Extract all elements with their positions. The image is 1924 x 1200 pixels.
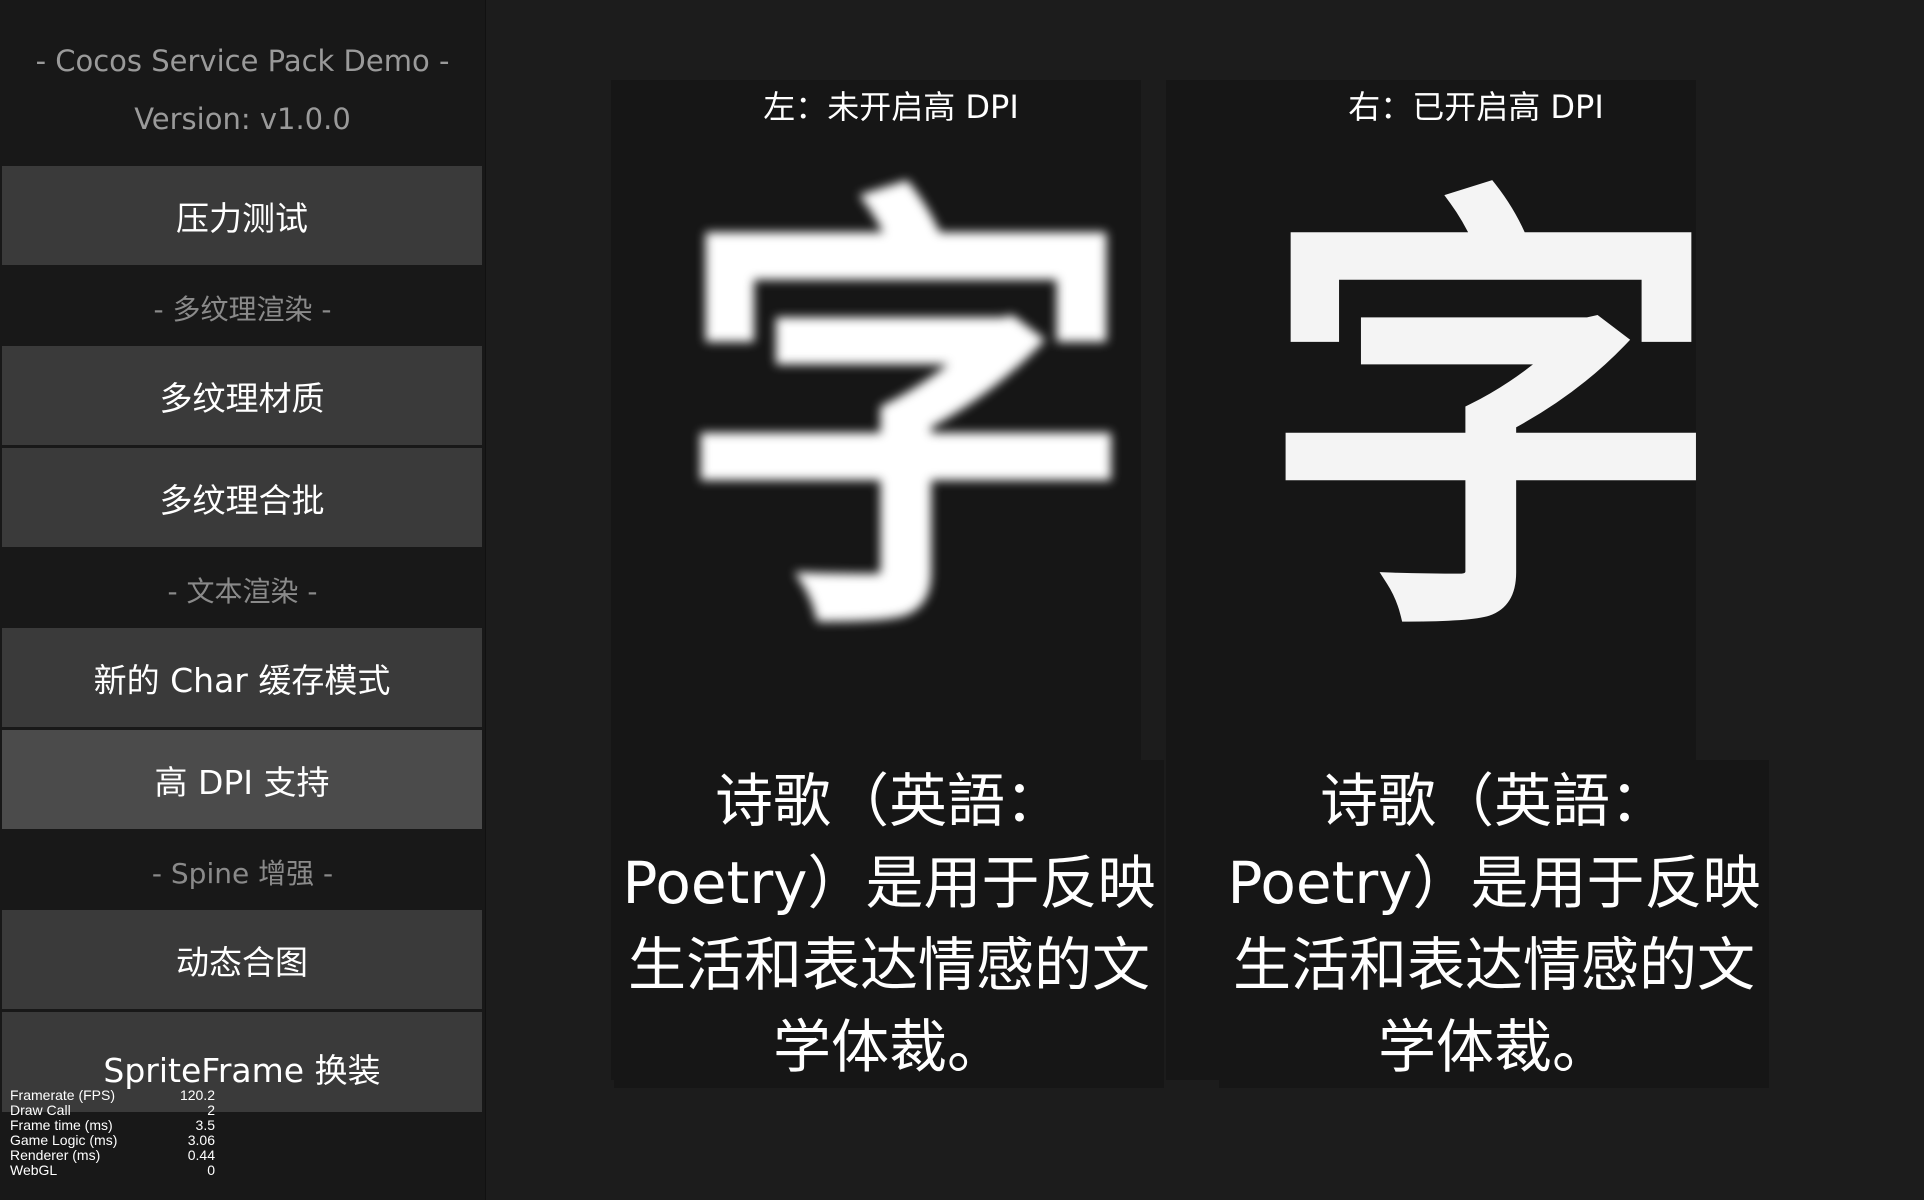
right-poem-text: 诗歌（英語：Poetry）是用于反映生活和表达情感的文学体裁。: [1219, 760, 1769, 1088]
stats-value: 120.2: [179, 1087, 215, 1103]
right-sample-char: 字: [1261, 152, 1721, 687]
stats-label: Draw Call: [10, 1102, 71, 1118]
right-panel-label: 右：已开启高 DPI: [1348, 88, 1604, 126]
section-multi-texture: - 多纹理渲染 -: [153, 293, 332, 326]
stats-row: Game Logic (ms) 3.06: [10, 1133, 215, 1148]
stats-label: WebGL: [10, 1162, 58, 1178]
char-cache-mode-button[interactable]: 新的 Char 缓存模式: [2, 628, 482, 727]
stats-value: 3.5: [195, 1117, 215, 1133]
stats-overlay: Framerate (FPS) 120.2 Draw Call 2 Frame ti…: [10, 1088, 215, 1178]
stats-row: Framerate (FPS) 120.2: [10, 1088, 215, 1103]
stats-row: Frame time (ms) 3.5: [10, 1118, 215, 1133]
stats-row: WebGL 0: [10, 1163, 215, 1178]
left-poem-text: 诗歌（英語：Poetry）是用于反映生活和表达情感的文学体裁。: [614, 760, 1164, 1088]
section-text-render: - 文本渲染 -: [167, 575, 318, 608]
high-dpi-button[interactable]: 高 DPI 支持: [2, 730, 482, 829]
version-label: Version: v1.0.0: [134, 102, 351, 136]
stats-row: Renderer (ms) 0.44: [10, 1148, 215, 1163]
sidebar: - Cocos Service Pack Demo - Version: v1.…: [0, 0, 486, 1200]
stats-value: 0.44: [187, 1147, 215, 1163]
multi-texture-batch-button[interactable]: 多纹理合批: [2, 448, 482, 547]
stats-value: 2: [207, 1102, 215, 1118]
stats-value: 0: [207, 1162, 215, 1178]
stats-label: Renderer (ms): [10, 1147, 101, 1163]
app-title: - Cocos Service Pack Demo -: [35, 44, 450, 78]
stats-label: Frame time (ms): [10, 1117, 113, 1133]
stats-label: Game Logic (ms): [10, 1132, 118, 1148]
multi-texture-material-button[interactable]: 多纹理材质: [2, 346, 482, 445]
stats-row: Draw Call 2: [10, 1103, 215, 1118]
left-sample-char: 字: [676, 152, 1136, 687]
stress-test-button[interactable]: 压力测试: [2, 166, 482, 265]
dynamic-atlas-button[interactable]: 动态合图: [2, 910, 482, 1009]
stats-label: Framerate (FPS): [10, 1087, 116, 1103]
left-panel-label: 左：未开启高 DPI: [763, 88, 1019, 126]
stats-value: 3.06: [187, 1132, 215, 1148]
sidebar-header: - Cocos Service Pack Demo - Version: v1.…: [0, 0, 485, 165]
main-area: 左：未开启高 DPI 右：已开启高 DPI 字 字 诗歌（英語：Poetry）是…: [486, 0, 1924, 1200]
section-spine: - Spine 增强 -: [151, 857, 334, 890]
